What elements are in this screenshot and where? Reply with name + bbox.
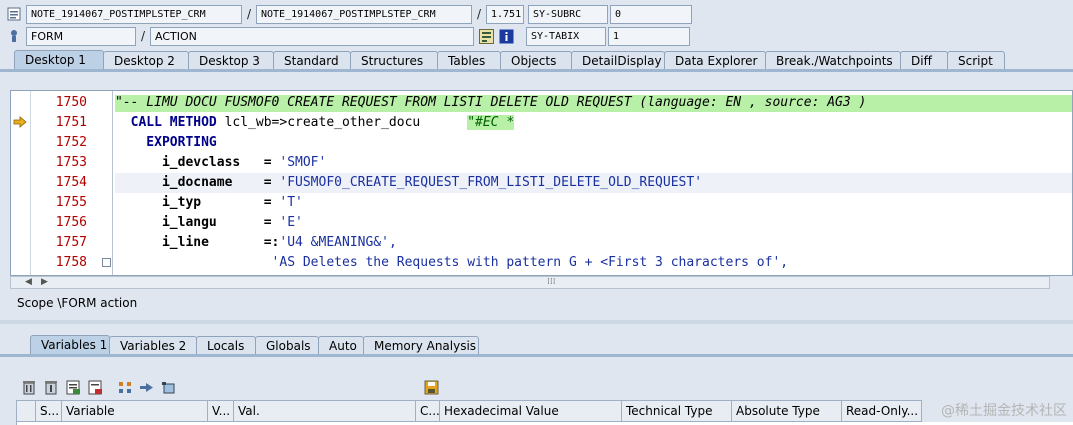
column-technical-type[interactable]: Technical Type: [622, 400, 732, 422]
code-line[interactable]: 1758 'AS Deletes the Requests with patte…: [11, 253, 1072, 273]
tab-globals[interactable]: Globals: [255, 336, 319, 355]
code-line[interactable]: 1757 i_line =:'U4 &MEANING&',: [11, 233, 1072, 253]
tab-locals[interactable]: Locals: [196, 336, 256, 355]
column-v[interactable]: V...: [208, 400, 234, 422]
variables-grid-header: S... Variable V... Val. C... Hexadecimal…: [16, 400, 922, 422]
tab-desktop-3[interactable]: Desktop 3: [188, 51, 274, 70]
save-icon[interactable]: [422, 378, 440, 396]
scope-label: Scope \FORM action: [17, 296, 138, 310]
load-variables-icon[interactable]: [64, 378, 82, 396]
column-variable[interactable]: Variable: [62, 400, 208, 422]
event-name-field[interactable]: ACTION: [150, 26, 474, 46]
sysfield-tabix: SY-TABIX: [526, 26, 606, 46]
column-change[interactable]: C...: [416, 400, 440, 422]
sysvalue-subrc[interactable]: 0: [610, 4, 692, 24]
column-read-only[interactable]: Read-Only...: [842, 400, 922, 422]
code-line-current[interactable]: 1751 CALL METHOD lcl_wb=>create_other_do…: [11, 113, 1072, 133]
program-field[interactable]: NOTE_1914067_POSTIMPLSTEP_CRM: [26, 4, 242, 24]
tab-detaildisplay[interactable]: DetailDisplay: [571, 51, 665, 70]
sysvalue-tabix[interactable]: 1: [608, 26, 690, 46]
tab-script[interactable]: Script: [947, 51, 1005, 70]
hierarchy-icon[interactable]: [116, 378, 134, 396]
tab-variables-1[interactable]: Variables 1: [30, 335, 110, 355]
navigate-icon[interactable]: [478, 28, 494, 44]
pane-splitter[interactable]: [0, 320, 1073, 324]
tab-auto[interactable]: Auto: [318, 336, 364, 355]
program-icon: [6, 6, 22, 22]
tab-breakpoints[interactable]: Break./Watchpoints: [765, 51, 901, 70]
code-line[interactable]: 1750 "-- LIMU DOCU FUSMOF0 CREATE REQUES…: [11, 93, 1072, 113]
line-position-field[interactable]: 1.751: [486, 4, 524, 24]
event-type-field[interactable]: FORM: [26, 26, 136, 46]
scroll-left-icon[interactable]: ◀: [25, 277, 32, 287]
navigate-to-icon[interactable]: [138, 378, 156, 396]
delete-all-icon[interactable]: [42, 378, 60, 396]
header-row-event: FORM / ACTION SY-TABIX 1: [0, 26, 690, 46]
sysfield-subrc: SY-SUBRC: [528, 4, 608, 24]
header-row-program: NOTE_1914067_POSTIMPLSTEP_CRM / NOTE_191…: [0, 4, 692, 24]
tab-standard[interactable]: Standard: [273, 51, 351, 70]
include-field[interactable]: NOTE_1914067_POSTIMPLSTEP_CRM: [256, 4, 472, 24]
code-line[interactable]: 1756 i_langu = 'E': [11, 213, 1072, 233]
variables-tabs: Variables 1 Variables 2 Locals Globals A…: [30, 335, 479, 355]
desktop-tabs: Desktop 1 Desktop 2 Desktop 3 Standard S…: [14, 50, 1005, 70]
tab-objects[interactable]: Objects: [500, 51, 572, 70]
code-line[interactable]: 1755 i_typ = 'T': [11, 193, 1072, 213]
tab-desktop-2[interactable]: Desktop 2: [103, 51, 189, 70]
tab-variables-2[interactable]: Variables 2: [109, 336, 197, 355]
code-line[interactable]: 1752 EXPORTING: [11, 133, 1072, 153]
tab-structures[interactable]: Structures: [350, 51, 438, 70]
scroll-grip-icon[interactable]: ⁞⁞⁞: [547, 277, 556, 287]
horizontal-scrollbar[interactable]: ◀ ▶ ⁞⁞⁞: [10, 276, 1050, 289]
variables-toolbar: [20, 378, 440, 396]
tab-tables[interactable]: Tables: [437, 51, 501, 70]
column-value[interactable]: Val.: [234, 400, 416, 422]
scroll-right-icon[interactable]: ▶: [41, 277, 48, 287]
tab-memory-analysis[interactable]: Memory Analysis: [363, 336, 479, 355]
watermark: @稀土掘金技术社区: [941, 403, 1067, 419]
info-icon[interactable]: [498, 28, 514, 44]
fold-collapse-icon[interactable]: [102, 258, 111, 267]
tab-diff[interactable]: Diff: [900, 51, 948, 70]
delete-icon[interactable]: [20, 378, 38, 396]
code-line-cursor[interactable]: 1754 i_docname = 'FUSMOF0_CREATE_REQUEST…: [11, 173, 1072, 193]
current-line-arrow-icon: [13, 116, 27, 131]
tab-data-explorer[interactable]: Data Explorer: [664, 51, 766, 70]
column-absolute-type[interactable]: Absolute Type: [732, 400, 842, 422]
tab-desktop-1[interactable]: Desktop 1: [14, 50, 104, 70]
source-code-editor[interactable]: 1750 "-- LIMU DOCU FUSMOF0 CREATE REQUES…: [10, 90, 1073, 276]
new-tool-icon[interactable]: [160, 378, 178, 396]
event-icon: [6, 28, 22, 44]
column-status[interactable]: S...: [36, 400, 62, 422]
column-hex-value[interactable]: Hexadecimal Value: [440, 400, 622, 422]
save-variables-icon[interactable]: [86, 378, 104, 396]
code-line[interactable]: 1753 i_devclass = 'SMOF': [11, 153, 1072, 173]
